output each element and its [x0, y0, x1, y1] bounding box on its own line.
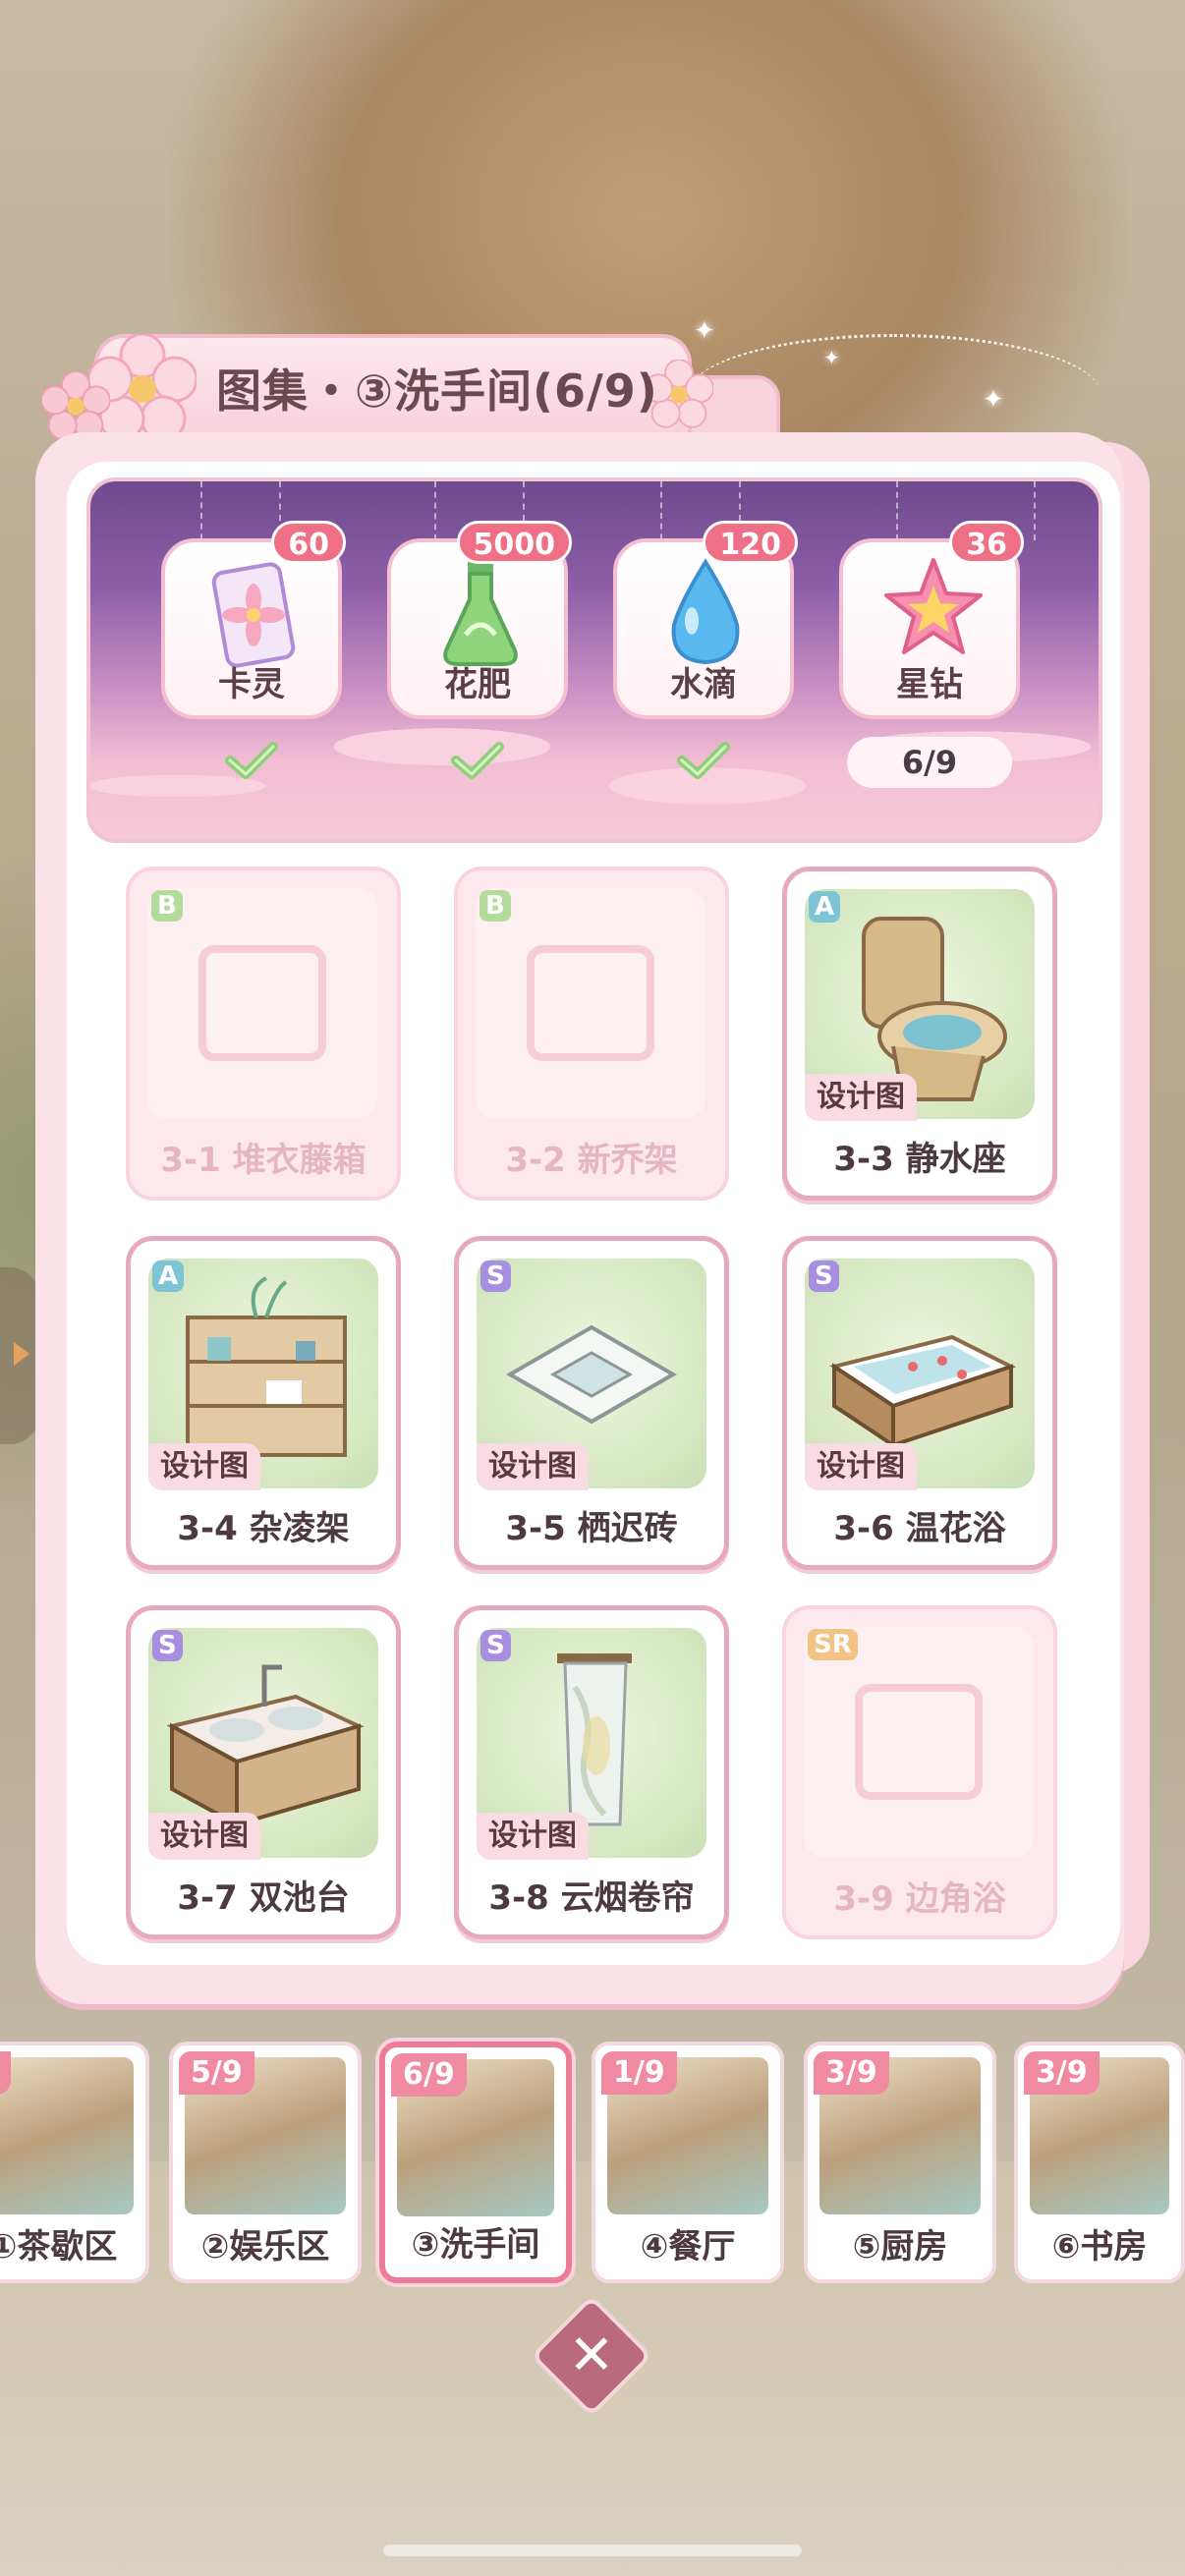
item-card-3-6[interactable]: S 设计图 3-6 温花浴: [782, 1236, 1057, 1570]
rarity-badge: S: [152, 1630, 183, 1661]
room-tab-washroom[interactable]: 6/9 ③洗手间: [379, 2042, 572, 2283]
room-name: ③洗手间: [411, 2225, 540, 2265]
room-progress-badge: 6/9: [391, 2053, 467, 2097]
room-name: ①茶歇区: [0, 2227, 118, 2267]
item-name: 3-4 杂凌架: [177, 1509, 350, 1548]
resource-card-spirit[interactable]: 60 卡灵: [161, 521, 346, 719]
item-name: 3-1 堆衣藤箱: [160, 1141, 367, 1180]
rarity-badge: S: [809, 1260, 839, 1292]
room-progress-badge: 3/9: [1024, 2051, 1100, 2095]
item-name: 3-9 边角浴: [833, 1879, 1006, 1919]
image-placeholder-icon: [527, 945, 654, 1061]
room-name: ⑤厨房: [852, 2227, 948, 2267]
check-icon: [224, 741, 279, 782]
item-image-placeholder: [476, 888, 705, 1118]
card-spirit-icon: [206, 560, 301, 670]
resource-label: 星钻: [896, 665, 963, 704]
resource-star-diamond[interactable]: 36 星钻: [839, 521, 1024, 719]
resource-label: 花肥: [444, 665, 511, 704]
item-card-3-5[interactable]: S 设计图 3-5 栖迟砖: [454, 1236, 729, 1570]
item-card-3-2[interactable]: B 3-2 新乔架: [454, 867, 729, 1201]
sparkle-icon: ✦: [983, 385, 1004, 415]
fertilizer-flask-icon: [436, 556, 525, 670]
design-blueprint-tag: 设计图: [805, 1443, 917, 1490]
item-name: 3-8 云烟卷帘: [488, 1878, 695, 1918]
item-name: 3-2 新乔架: [505, 1141, 678, 1180]
resource-label: 卡灵: [218, 665, 285, 704]
room-thumbnail: [0, 2057, 134, 2214]
resource-fertilizer[interactable]: 5000 花肥: [387, 521, 572, 719]
design-blueprint-tag: 设计图: [148, 1813, 260, 1860]
resource-count-badge: 120: [703, 521, 798, 564]
item-card-3-1[interactable]: B 3-1 堆衣藤箱: [126, 867, 401, 1201]
item-card-3-8[interactable]: S 设计图 3-8 云烟卷帘: [454, 1605, 729, 1939]
room-progress-badge: 5/9: [179, 2051, 254, 2095]
sparkle-icon: ✦: [694, 316, 715, 346]
item-card-3-4[interactable]: A 设计图 3-4 杂凌架: [126, 1236, 401, 1570]
hanging-string: [896, 481, 898, 540]
item-name: 3-7 双池台: [177, 1878, 350, 1918]
item-card-3-7[interactable]: S 设计图 3-7 双池台: [126, 1605, 401, 1939]
check-icon: [676, 741, 731, 782]
hanging-string: [1034, 481, 1036, 540]
rarity-badge: A: [152, 1260, 185, 1292]
room-tab-dining[interactable]: 1/9 ④餐厅: [592, 2042, 784, 2283]
item-image-placeholder: [147, 888, 377, 1118]
image-placeholder-icon: [198, 945, 326, 1061]
cherry-blossom-icon: [40, 370, 111, 440]
rarity-badge: A: [809, 891, 841, 923]
design-blueprint-tag: 设计图: [477, 1813, 589, 1860]
room-name: ④餐厅: [640, 2227, 736, 2267]
item-name: 3-5 栖迟砖: [505, 1509, 678, 1548]
item-image-placeholder: [804, 1627, 1034, 1857]
rarity-badge: SR: [808, 1629, 858, 1660]
room-progress-badge: 3/9: [814, 2051, 889, 2095]
hanging-string: [279, 481, 281, 521]
resource-count-badge: 5000: [456, 521, 572, 564]
rarity-badge: S: [480, 1630, 511, 1661]
sparkle-icon: ✦: [823, 346, 840, 369]
room-tab-kitchen[interactable]: 3/9 ⑤厨房: [804, 2042, 996, 2283]
water-drop-icon: [666, 558, 745, 666]
rarity-badge: B: [151, 890, 183, 922]
room-name: ②娱乐区: [200, 2227, 330, 2267]
resource-count-badge: 36: [949, 521, 1024, 564]
item-name: 3-6 温花浴: [833, 1509, 1006, 1548]
rarity-badge: S: [480, 1260, 511, 1292]
check-icon: [450, 741, 505, 782]
room-tab-tea-break[interactable]: 9 ①茶歇区: [0, 2042, 149, 2283]
image-placeholder-icon: [855, 1684, 983, 1800]
design-blueprint-tag: 设计图: [805, 1074, 917, 1121]
page-title: 图集・③洗手间(6/9): [216, 364, 658, 418]
resource-count-badge: 60: [271, 521, 346, 564]
close-icon[interactable]: ✕: [548, 2313, 635, 2399]
room-tab-study[interactable]: 3/9 ⑥书房: [1014, 2042, 1185, 2283]
room-progress-badge: 1/9: [601, 2051, 677, 2095]
star-diamond-icon: [882, 556, 985, 658]
hanging-string: [523, 481, 525, 521]
resource-label: 水滴: [670, 665, 737, 704]
home-indicator[interactable]: [383, 2545, 802, 2556]
room-name: ⑥书房: [1051, 2227, 1148, 2267]
item-card-3-3[interactable]: A 设计图 3-3 静水座: [782, 867, 1057, 1201]
item-card-3-9[interactable]: SR 3-9 边角浴: [782, 1605, 1057, 1939]
arrow-right-icon: [14, 1342, 29, 1366]
rarity-badge: B: [480, 890, 511, 922]
room-tab-entertainment[interactable]: 5/9 ②娱乐区: [169, 2042, 362, 2283]
resource-water-drop[interactable]: 120 水滴: [613, 521, 798, 719]
design-blueprint-tag: 设计图: [148, 1443, 260, 1490]
star-diamond-progress: 6/9: [847, 737, 1012, 788]
hanging-string: [739, 481, 741, 521]
item-name: 3-3 静水座: [833, 1140, 1006, 1179]
design-blueprint-tag: 设计图: [477, 1443, 589, 1490]
hanging-string: [434, 481, 436, 540]
